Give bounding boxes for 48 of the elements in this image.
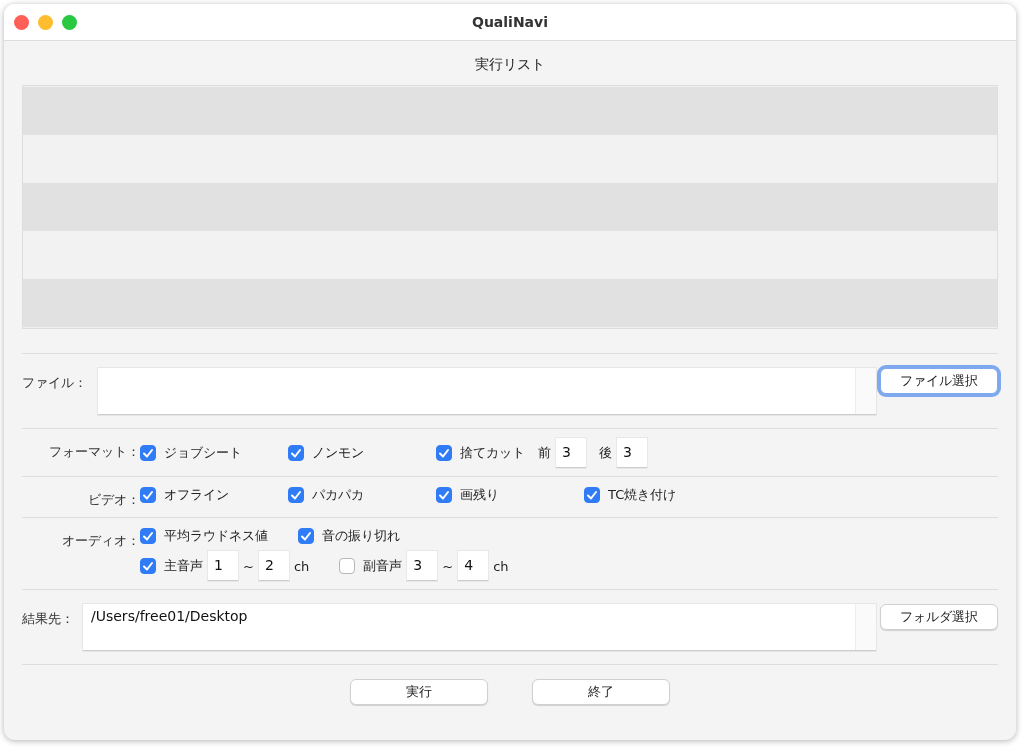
number-field[interactable]: 2 (258, 551, 289, 581)
number-field[interactable]: 3 (617, 438, 647, 468)
checkbox-label: 副音声 (363, 557, 403, 575)
checkbox-label: 音の振り切れ (322, 527, 400, 545)
checkbox[interactable] (584, 487, 600, 503)
number-label: 後 (599, 444, 612, 462)
checkbox[interactable] (288, 445, 304, 461)
unit-text: ~ (243, 558, 254, 574)
file-field[interactable] (98, 368, 876, 415)
checkbox[interactable] (288, 487, 304, 503)
checkbox-label: ノンモン (312, 444, 364, 462)
checkbox[interactable] (140, 487, 156, 503)
unit-text: ch (493, 558, 509, 574)
checkbox-label: 平均ラウドネス値 (164, 527, 268, 545)
checkbox[interactable] (140, 528, 156, 544)
checkbox[interactable] (140, 445, 156, 461)
checkbox-label: 捨てカット (460, 444, 525, 462)
window-title: QualiNavi (472, 14, 548, 30)
list-title: 実行リスト (474, 56, 546, 74)
checkbox[interactable] (140, 558, 156, 574)
option-label: ビデオ： (87, 491, 140, 509)
option-label: オーディオ： (61, 532, 140, 550)
action-button[interactable]: 終了 (532, 679, 670, 705)
checkbox-label: オフライン (164, 486, 229, 504)
option-label: フォーマット： (48, 443, 140, 461)
checkbox[interactable] (339, 558, 356, 574)
file-label: ファイル： (22, 374, 88, 392)
checkbox[interactable] (298, 528, 314, 544)
zoom-icon[interactable] (62, 15, 77, 30)
checkbox-label: 主音声 (164, 557, 203, 575)
checkbox-label: パカパカ (312, 486, 364, 504)
checkbox-label: ジョブシート (164, 444, 242, 462)
unit-text: ~ (442, 558, 454, 574)
action-button[interactable]: 実行 (350, 679, 488, 705)
checkbox[interactable] (436, 487, 452, 503)
number-label: 前 (538, 444, 551, 462)
unit-text: ch (293, 558, 310, 574)
checkbox-label: 画残り (460, 486, 499, 504)
number-field[interactable]: 1 (208, 551, 238, 581)
checkbox[interactable] (436, 445, 452, 461)
number-field[interactable]: 4 (458, 551, 489, 581)
number-field[interactable]: 3 (407, 551, 438, 581)
close-icon[interactable] (14, 15, 29, 30)
file-select-button[interactable]: ファイル選択 (880, 368, 998, 394)
folder-select-button[interactable]: フォルダ選択 (880, 604, 998, 630)
number-field[interactable]: 3 (556, 438, 586, 468)
path-field[interactable]: /Users/free01/Desktop (83, 604, 876, 651)
checkbox-label: TC焼き付け (608, 486, 677, 504)
